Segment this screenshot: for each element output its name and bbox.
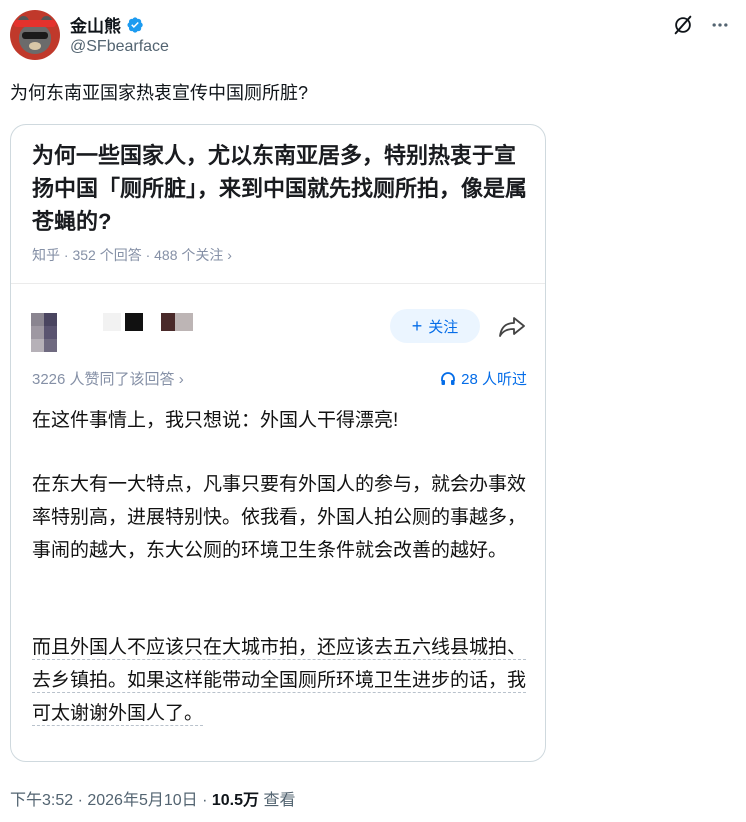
tweet-text: 为何东南亚国家热衷宣传中国厕所脏? xyxy=(10,83,309,103)
answer-paragraph: 在这件事情上，我只想说：外国人干得漂亮! xyxy=(32,410,399,431)
views-label: 查看 xyxy=(259,792,296,809)
author-name-row[interactable]: 金山熊 xyxy=(70,12,144,37)
tweet-header: 金山熊 @SFbearface xyxy=(10,8,736,64)
question-meta: 知乎 · 352 个回答 · 488 个关注 › xyxy=(32,247,232,263)
answer-paragraph: 在东大有一大特点，凡事只要有外国人的参与，就会办事效率特别高，进展特别快。依我看… xyxy=(32,474,527,561)
verified-badge-icon xyxy=(127,16,143,33)
more-icon[interactable] xyxy=(710,15,730,35)
tweet-footer: 下午3:52 · 2026年5月10日 · 10.5万 查看 xyxy=(10,786,295,810)
plus-icon: + xyxy=(411,316,423,336)
question-title: 为何一些国家人，尤以东南亚居多，特别热衷于宣扬中国「厕所脏」，来到中国就先找厕所… xyxy=(32,143,528,234)
blurred-avatar xyxy=(31,313,69,352)
underlined-text: 而且外国人不应该只在大城市拍，还应该去五六线县城拍、去乡镇拍。如果这样能带动全国… xyxy=(32,637,527,726)
listen-label: 28 人听过 xyxy=(461,371,527,388)
author-display-name[interactable]: 金山熊 xyxy=(70,12,121,37)
bear-avatar-icon[interactable] xyxy=(10,10,60,60)
card-divider xyxy=(11,283,545,284)
embedded-screenshot-card[interactable]: 为何一些国家人，尤以东南亚居多，特别热衷于宣扬中国「厕所脏」，来到中国就先找厕所… xyxy=(10,124,546,762)
listen-count[interactable]: 28 人听过 xyxy=(440,368,527,389)
view-count: 10.5万 xyxy=(211,792,260,809)
post-time[interactable]: 下午3:52 · 2026年5月10日 · xyxy=(10,792,212,809)
likes-count[interactable]: 3226 人赞同了该回答 › xyxy=(32,368,184,389)
author-handle[interactable]: @SFbearface xyxy=(70,38,169,56)
headphones-icon xyxy=(441,371,456,385)
share-icon[interactable] xyxy=(498,315,526,339)
answer-paragraph: 而且外国人不应该只在大城市拍，还应该去五六线县城拍、去乡镇拍。如果这样能带动全国… xyxy=(32,631,532,730)
grok-icon[interactable] xyxy=(672,14,694,36)
follow-label: 关注 xyxy=(428,318,459,336)
follow-button[interactable]: + 关注 xyxy=(390,309,480,343)
